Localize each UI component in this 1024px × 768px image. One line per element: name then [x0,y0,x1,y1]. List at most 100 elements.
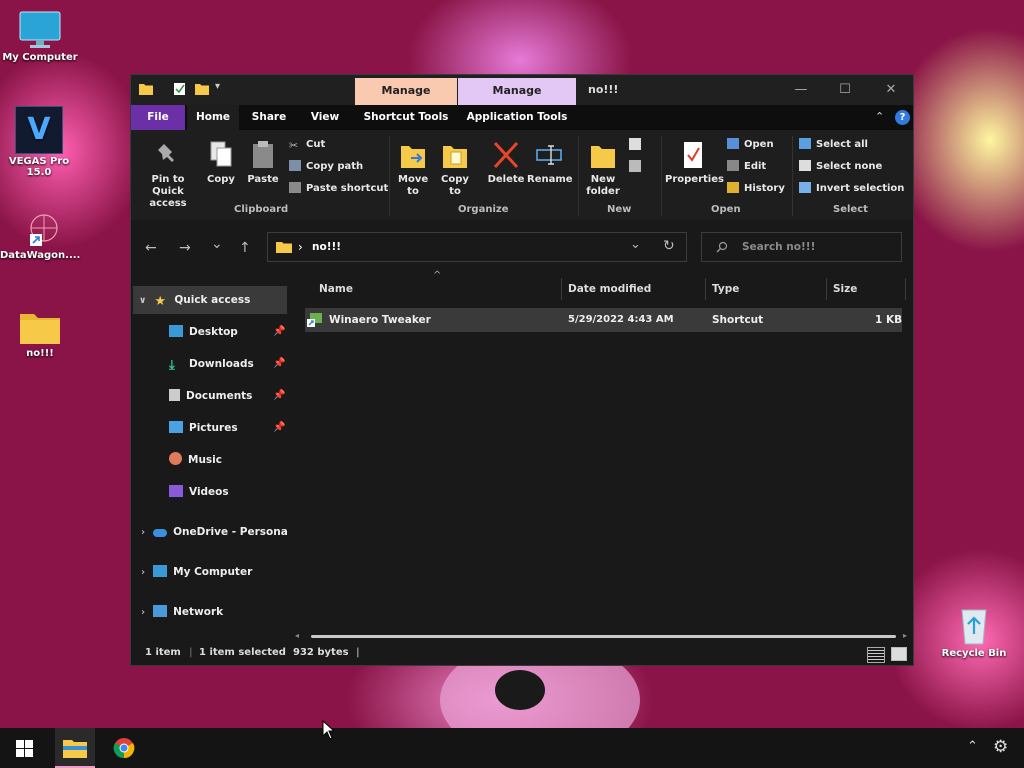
maximize-button[interactable]: ☐ [825,79,865,101]
delete-button[interactable]: Delete [485,140,527,186]
navigation-bar: ← → ⌄ ↑ › no!!! ⌄ ↻ Search no!!! [131,220,913,272]
properties-quick-icon[interactable] [173,83,187,95]
context-tab-manage-application[interactable]: Manage [458,78,576,105]
history-button[interactable]: History [727,181,785,197]
search-box[interactable]: Search no!!! [701,232,902,262]
paste-button[interactable]: Paste [245,140,281,186]
copy-button[interactable]: Copy [203,140,239,186]
search-icon [716,241,728,253]
settings-gear-icon[interactable]: ⚙ [993,737,1008,757]
properties-button[interactable]: Properties [665,140,724,186]
nav-item-desktop[interactable]: Desktop [169,320,238,344]
copy-path-button[interactable]: Copy path [289,159,363,175]
taskbar-file-explorer-button[interactable] [55,728,95,768]
recent-locations-button[interactable]: ⌄ [211,236,223,252]
nav-item-onedrive[interactable]: › OneDrive - Persona [141,520,287,544]
shortcut-icon [307,313,322,327]
nav-item-quick-access[interactable]: ∨ ★ Quick access [139,288,250,312]
nav-item-downloads[interactable]: ⤓ Downloads [169,352,254,376]
breadcrumb-current[interactable]: no!!! [312,241,341,253]
select-all-button[interactable]: Select all [799,137,868,153]
edit-icon [727,160,739,171]
pin-to-quick-access-button[interactable]: Pin to Quick access [135,140,201,210]
context-tab-manage-shortcut[interactable]: Manage [355,78,457,105]
status-divider: | [356,647,360,658]
new-folder-quick-icon[interactable] [195,83,209,95]
collapse-ribbon-icon[interactable]: ⌃ [875,110,884,123]
file-list: ^ Name Date modified Type Size Winaero T… [291,270,913,642]
copy-to-button[interactable]: Copy to [437,140,473,198]
close-button[interactable]: ✕ [871,79,911,101]
tab-file[interactable]: File [131,105,185,130]
column-header-date-modified[interactable]: Date modified [568,280,651,298]
desktop-icon-vegas-pro[interactable]: V VEGAS Pro 15.0 [0,106,78,178]
nav-item-my-computer[interactable]: › My Computer [141,560,252,584]
file-explorer-icon [63,740,87,758]
easy-access-icon[interactable] [629,160,641,172]
edit-button[interactable]: Edit [727,159,766,175]
column-header-size[interactable]: Size [833,280,857,298]
nav-item-music[interactable]: Music [169,448,222,472]
up-button[interactable]: ↑ [239,240,251,256]
horizontal-scrollbar[interactable] [311,635,896,638]
help-icon[interactable]: ? [895,110,910,125]
rename-button[interactable]: Rename [527,140,573,186]
desktop-icon-no-folder[interactable]: no!!! [0,308,80,359]
paste-shortcut-button[interactable]: Paste shortcut [289,181,388,197]
address-dropdown-icon[interactable]: ⌄ [630,237,641,252]
nav-item-pictures[interactable]: Pictures [169,416,238,440]
forward-button[interactable]: → [179,240,191,256]
tab-share[interactable]: Share [243,105,295,130]
ribbon-tabs: File Home Share View Shortcut Tools Appl… [131,105,913,130]
column-separator[interactable] [705,278,706,300]
address-bar[interactable]: › no!!! ⌄ ↻ [267,232,687,262]
desktop-icon-recycle-bin[interactable]: Recycle Bin [934,604,1014,659]
tab-home[interactable]: Home [187,105,239,130]
ribbon: Pin to Quick access Copy Paste ✂ Cut Copy… [131,130,913,221]
column-header-type[interactable]: Type [712,280,739,298]
column-header-name[interactable]: Name [319,280,353,298]
customize-quick-access-icon[interactable]: ▾ [215,81,220,92]
column-separator[interactable] [561,278,562,300]
folder-icon [20,314,60,344]
desktop-icon-label: VEGAS Pro 15.0 [8,156,70,178]
chrome-icon[interactable] [113,737,135,759]
chevron-right-icon: › [141,527,146,538]
recycle-bin-icon [961,609,987,645]
column-separator[interactable] [826,278,827,300]
refresh-icon[interactable]: ↻ [663,238,675,254]
desktop-icon-my-computer[interactable]: My Computer [0,10,80,63]
open-button[interactable]: Open [727,137,774,153]
nav-item-videos[interactable]: Videos [169,480,229,504]
nav-item-network[interactable]: › Network [141,600,223,624]
tab-view[interactable]: View [299,105,351,130]
start-icon[interactable] [16,740,33,757]
tab-application-tools[interactable]: Application Tools [461,105,573,130]
desktop-icon-datawagon[interactable]: DataWagon.... [0,212,80,261]
new-folder-button[interactable]: New folder [583,140,623,198]
back-button[interactable]: ← [145,240,157,256]
column-separator[interactable] [905,278,906,300]
move-to-button[interactable]: Move to [395,140,431,198]
select-all-icon [799,138,811,149]
mouse-cursor-icon [322,720,334,740]
table-row[interactable]: Winaero Tweaker 5/29/2022 4:43 AM Shortc… [305,308,902,332]
item-count: 1 item [145,647,181,658]
tab-shortcut-tools[interactable]: Shortcut Tools [357,105,455,130]
invert-selection-button[interactable]: Invert selection [799,181,904,197]
details-view-icon[interactable] [867,647,885,663]
cut-button[interactable]: ✂ Cut [289,137,325,153]
large-icons-view-icon[interactable] [891,647,907,661]
nav-item-documents[interactable]: Documents [169,384,252,408]
desktop-icon-label: My Computer [2,52,78,63]
videos-icon [169,485,183,497]
taskbar: ⌃ ⚙ [0,728,1024,768]
new-item-icon[interactable] [629,138,641,150]
select-none-button[interactable]: Select none [799,159,882,175]
show-hidden-icons-chevron[interactable]: ⌃ [967,739,978,754]
scroll-right-arrow[interactable]: ▸ [903,631,907,640]
scroll-left-arrow[interactable]: ◂ [295,631,299,640]
minimize-button[interactable]: — [781,79,821,101]
search-input[interactable]: Search no!!! [742,241,815,253]
ribbon-separator [389,136,390,216]
